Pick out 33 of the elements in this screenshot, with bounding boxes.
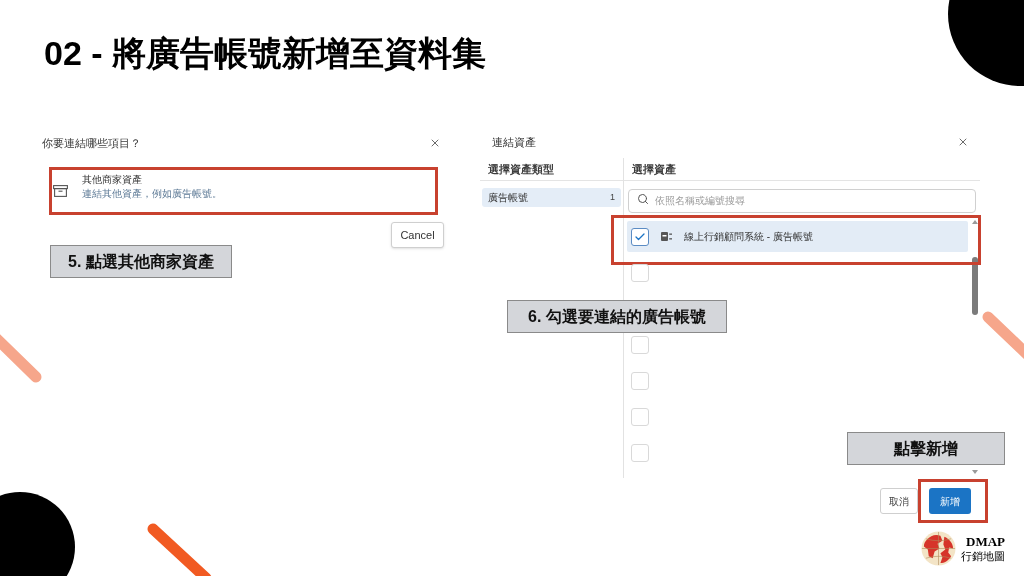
item-count: 1 bbox=[610, 190, 615, 204]
dialog-title: 連結資產 bbox=[492, 134, 536, 150]
option-description: 連結其他資產，例如廣告帳號。 bbox=[82, 188, 222, 200]
logo-tagline: 行銷地圖 bbox=[961, 551, 1005, 562]
search-icon bbox=[637, 193, 649, 205]
box-icon bbox=[53, 185, 68, 197]
search-field[interactable]: 依照名稱或編號搜尋 bbox=[628, 188, 976, 213]
diagonal-stroke bbox=[147, 523, 212, 576]
asset-row[interactable]: 線上行銷顧問系統 - 廣告帳號 bbox=[627, 221, 968, 252]
dialog-title: 你要連結哪些項目？ bbox=[42, 135, 141, 151]
close-icon[interactable] bbox=[429, 137, 441, 149]
asset-name: 線上行銷顧問系統 - 廣告帳號 bbox=[684, 230, 813, 244]
scroll-up-arrow-icon[interactable] bbox=[972, 220, 978, 224]
scrollbar-thumb[interactable] bbox=[972, 257, 978, 315]
checkbox[interactable] bbox=[631, 227, 649, 246]
cancel-button[interactable]: 取消 bbox=[880, 488, 918, 514]
asset-type-label: 廣告帳號 bbox=[488, 191, 528, 205]
logo-name: DMAP bbox=[966, 535, 1005, 548]
option-title[interactable]: 其他商家資產 bbox=[82, 174, 222, 186]
add-button[interactable]: 新增 bbox=[929, 488, 971, 514]
card-icon bbox=[661, 232, 672, 241]
slide-title: 02 - 將廣告帳號新增至資料集 bbox=[44, 36, 487, 70]
asset-type-item[interactable]: 廣告帳號 1 bbox=[482, 188, 621, 207]
scroll-down-arrow-icon[interactable] bbox=[972, 470, 978, 474]
cancel-button[interactable]: Cancel bbox=[391, 222, 444, 248]
step-callout: 點擊新增 bbox=[847, 432, 1005, 465]
globe-icon bbox=[921, 531, 956, 566]
diagonal-stroke bbox=[0, 332, 42, 383]
column-heading: 選擇資產 bbox=[632, 161, 676, 177]
column-heading: 選擇資產類型 bbox=[488, 161, 554, 177]
close-icon[interactable] bbox=[957, 136, 969, 148]
step-callout: 6. 勾選要連結的廣告帳號 bbox=[507, 300, 727, 333]
step-callout: 5. 點選其他商家資產 bbox=[50, 245, 232, 278]
